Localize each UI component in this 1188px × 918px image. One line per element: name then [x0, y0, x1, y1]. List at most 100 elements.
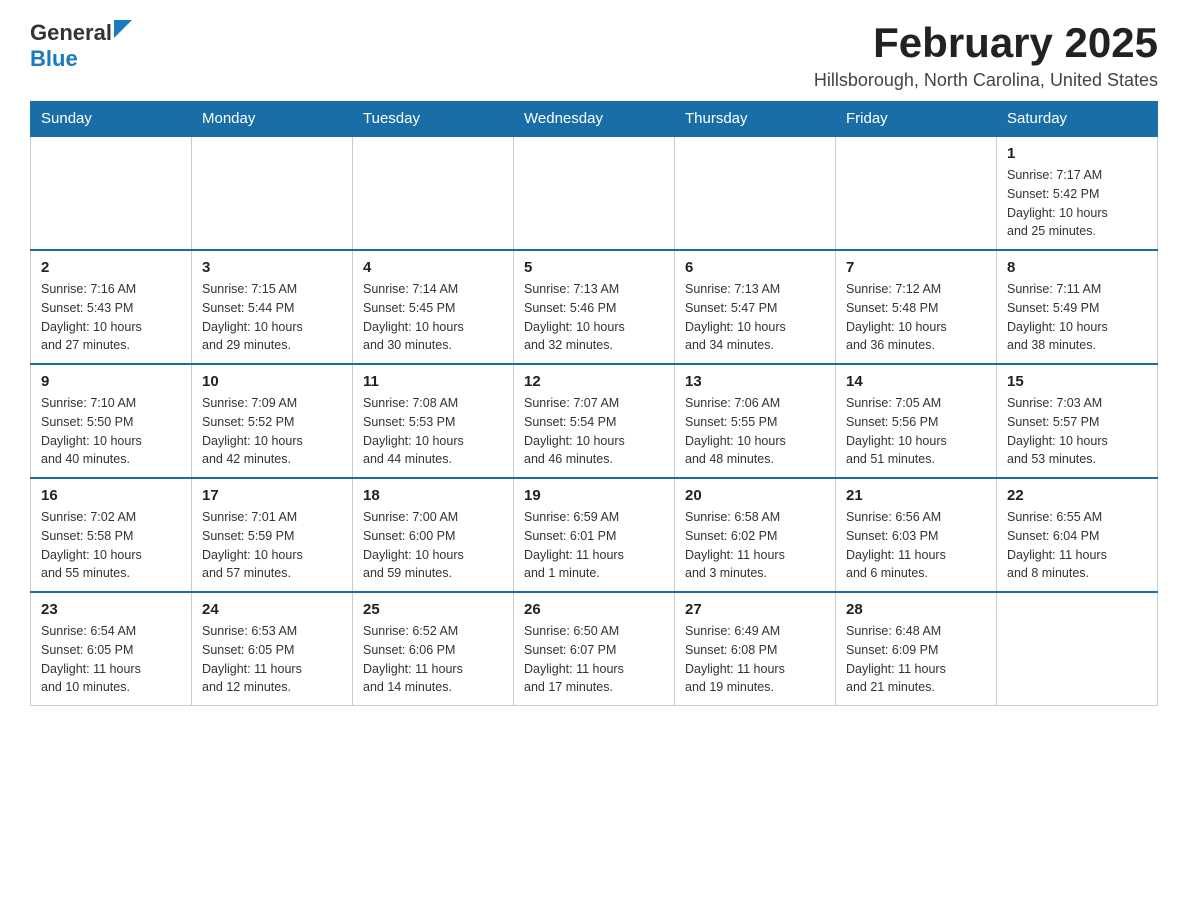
calendar-cell: 18 Sunrise: 7:00 AM Sunset: 6:00 PM Dayli… [353, 478, 514, 592]
day-number: 10 [202, 373, 342, 390]
weekday-header-tuesday: Tuesday [353, 102, 514, 137]
calendar-cell [997, 592, 1158, 706]
calendar-cell: 12 Sunrise: 7:07 AM Sunset: 5:54 PM Dayli… [514, 364, 675, 478]
calendar-cell [836, 136, 997, 250]
day-number: 20 [685, 487, 825, 504]
calendar-cell: 9 Sunrise: 7:10 AM Sunset: 5:50 PM Daylig… [31, 364, 192, 478]
calendar-cell: 13Sunrise: 7:06 AM Sunset: 5:55 PM Dayli… [675, 364, 836, 478]
day-info: Sunrise: 7:12 AM Sunset: 5:48 PM Dayligh… [846, 280, 986, 355]
day-number: 9 [41, 373, 181, 390]
calendar-cell: 25 Sunrise: 6:52 AM Sunset: 6:06 PM Dayli… [353, 592, 514, 706]
calendar-cell: 6Sunrise: 7:13 AM Sunset: 5:47 PM Daylig… [675, 250, 836, 364]
calendar-cell: 15 Sunrise: 7:03 AM Sunset: 5:57 PM Dayli… [997, 364, 1158, 478]
day-info: Sunrise: 7:08 AM Sunset: 5:53 PM Dayligh… [363, 394, 503, 469]
day-info: Sunrise: 7:16 AM Sunset: 5:43 PM Dayligh… [41, 280, 181, 355]
calendar-cell [675, 136, 836, 250]
day-number: 13 [685, 373, 825, 390]
day-info: Sunrise: 7:13 AM Sunset: 5:47 PM Dayligh… [685, 280, 825, 355]
day-info: Sunrise: 7:10 AM Sunset: 5:50 PM Dayligh… [41, 394, 181, 469]
calendar-cell: 28 Sunrise: 6:48 AM Sunset: 6:09 PM Dayli… [836, 592, 997, 706]
day-info: Sunrise: 6:52 AM Sunset: 6:06 PM Dayligh… [363, 622, 503, 697]
day-info: Sunrise: 7:11 AM Sunset: 5:49 PM Dayligh… [1007, 280, 1147, 355]
day-number: 17 [202, 487, 342, 504]
calendar-cell: 17 Sunrise: 7:01 AM Sunset: 5:59 PM Dayli… [192, 478, 353, 592]
day-info: Sunrise: 7:01 AM Sunset: 5:59 PM Dayligh… [202, 508, 342, 583]
day-number: 19 [524, 487, 664, 504]
day-info: Sunrise: 7:09 AM Sunset: 5:52 PM Dayligh… [202, 394, 342, 469]
calendar-cell: 19 Sunrise: 6:59 AM Sunset: 6:01 PM Dayli… [514, 478, 675, 592]
page-header: General Blue February 2025 Hillsborough,… [30, 20, 1158, 91]
calendar-cell: 11 Sunrise: 7:08 AM Sunset: 5:53 PM Dayli… [353, 364, 514, 478]
calendar-cell: 14Sunrise: 7:05 AM Sunset: 5:56 PM Dayli… [836, 364, 997, 478]
day-number: 2 [41, 259, 181, 276]
day-number: 11 [363, 373, 503, 390]
calendar-cell [192, 136, 353, 250]
day-info: Sunrise: 6:55 AM Sunset: 6:04 PM Dayligh… [1007, 508, 1147, 583]
calendar-cell: 8Sunrise: 7:11 AM Sunset: 5:49 PM Daylig… [997, 250, 1158, 364]
calendar-week-row: 1 Sunrise: 7:17 AM Sunset: 5:42 PM Daylig… [31, 136, 1158, 250]
day-number: 28 [846, 601, 986, 618]
calendar-header-row: SundayMondayTuesdayWednesdayThursdayFrid… [31, 102, 1158, 137]
calendar-week-row: 23 Sunrise: 6:54 AM Sunset: 6:05 PM Dayli… [31, 592, 1158, 706]
day-number: 23 [41, 601, 181, 618]
day-info: Sunrise: 7:00 AM Sunset: 6:00 PM Dayligh… [363, 508, 503, 583]
weekday-header-sunday: Sunday [31, 102, 192, 137]
calendar-cell: 23 Sunrise: 6:54 AM Sunset: 6:05 PM Dayli… [31, 592, 192, 706]
day-number: 12 [524, 373, 664, 390]
calendar-cell: 24Sunrise: 6:53 AM Sunset: 6:05 PM Dayli… [192, 592, 353, 706]
calendar-table: SundayMondayTuesdayWednesdayThursdayFrid… [30, 101, 1158, 706]
calendar-cell [353, 136, 514, 250]
day-info: Sunrise: 6:49 AM Sunset: 6:08 PM Dayligh… [685, 622, 825, 697]
logo: General Blue [30, 20, 132, 72]
weekday-header-friday: Friday [836, 102, 997, 137]
day-info: Sunrise: 7:17 AM Sunset: 5:42 PM Dayligh… [1007, 166, 1147, 241]
calendar-cell: 10 Sunrise: 7:09 AM Sunset: 5:52 PM Dayli… [192, 364, 353, 478]
day-info: Sunrise: 6:50 AM Sunset: 6:07 PM Dayligh… [524, 622, 664, 697]
day-number: 7 [846, 259, 986, 276]
calendar-cell: 16 Sunrise: 7:02 AM Sunset: 5:58 PM Dayli… [31, 478, 192, 592]
calendar-cell: 1 Sunrise: 7:17 AM Sunset: 5:42 PM Daylig… [997, 136, 1158, 250]
calendar-week-row: 16 Sunrise: 7:02 AM Sunset: 5:58 PM Dayli… [31, 478, 1158, 592]
day-info: Sunrise: 6:56 AM Sunset: 6:03 PM Dayligh… [846, 508, 986, 583]
day-number: 27 [685, 601, 825, 618]
day-info: Sunrise: 7:03 AM Sunset: 5:57 PM Dayligh… [1007, 394, 1147, 469]
day-number: 22 [1007, 487, 1147, 504]
day-number: 14 [846, 373, 986, 390]
day-info: Sunrise: 7:15 AM Sunset: 5:44 PM Dayligh… [202, 280, 342, 355]
calendar-cell: 2 Sunrise: 7:16 AM Sunset: 5:43 PM Daylig… [31, 250, 192, 364]
calendar-cell: 5 Sunrise: 7:13 AM Sunset: 5:46 PM Daylig… [514, 250, 675, 364]
day-number: 5 [524, 259, 664, 276]
logo-blue-text: Blue [30, 46, 78, 71]
day-number: 4 [363, 259, 503, 276]
day-number: 25 [363, 601, 503, 618]
day-number: 15 [1007, 373, 1147, 390]
location-subtitle: Hillsborough, North Carolina, United Sta… [814, 70, 1158, 91]
day-info: Sunrise: 6:54 AM Sunset: 6:05 PM Dayligh… [41, 622, 181, 697]
calendar-cell: 22 Sunrise: 6:55 AM Sunset: 6:04 PM Dayli… [997, 478, 1158, 592]
day-info: Sunrise: 6:48 AM Sunset: 6:09 PM Dayligh… [846, 622, 986, 697]
day-number: 18 [363, 487, 503, 504]
calendar-cell [514, 136, 675, 250]
logo-triangle-icon [114, 20, 132, 38]
day-info: Sunrise: 6:53 AM Sunset: 6:05 PM Dayligh… [202, 622, 342, 697]
logo-general-text: General [30, 20, 112, 46]
day-info: Sunrise: 7:13 AM Sunset: 5:46 PM Dayligh… [524, 280, 664, 355]
calendar-cell: 7 Sunrise: 7:12 AM Sunset: 5:48 PM Daylig… [836, 250, 997, 364]
day-number: 16 [41, 487, 181, 504]
calendar-cell: 20 Sunrise: 6:58 AM Sunset: 6:02 PM Dayli… [675, 478, 836, 592]
day-info: Sunrise: 6:58 AM Sunset: 6:02 PM Dayligh… [685, 508, 825, 583]
day-number: 3 [202, 259, 342, 276]
day-info: Sunrise: 6:59 AM Sunset: 6:01 PM Dayligh… [524, 508, 664, 583]
day-number: 1 [1007, 145, 1147, 162]
calendar-cell: 26 Sunrise: 6:50 AM Sunset: 6:07 PM Dayli… [514, 592, 675, 706]
day-info: Sunrise: 7:02 AM Sunset: 5:58 PM Dayligh… [41, 508, 181, 583]
day-number: 21 [846, 487, 986, 504]
calendar-week-row: 9 Sunrise: 7:10 AM Sunset: 5:50 PM Daylig… [31, 364, 1158, 478]
weekday-header-saturday: Saturday [997, 102, 1158, 137]
day-info: Sunrise: 7:07 AM Sunset: 5:54 PM Dayligh… [524, 394, 664, 469]
calendar-cell: 27 Sunrise: 6:49 AM Sunset: 6:08 PM Dayli… [675, 592, 836, 706]
day-number: 26 [524, 601, 664, 618]
calendar-week-row: 2 Sunrise: 7:16 AM Sunset: 5:43 PM Daylig… [31, 250, 1158, 364]
weekday-header-monday: Monday [192, 102, 353, 137]
calendar-cell: 4Sunrise: 7:14 AM Sunset: 5:45 PM Daylig… [353, 250, 514, 364]
